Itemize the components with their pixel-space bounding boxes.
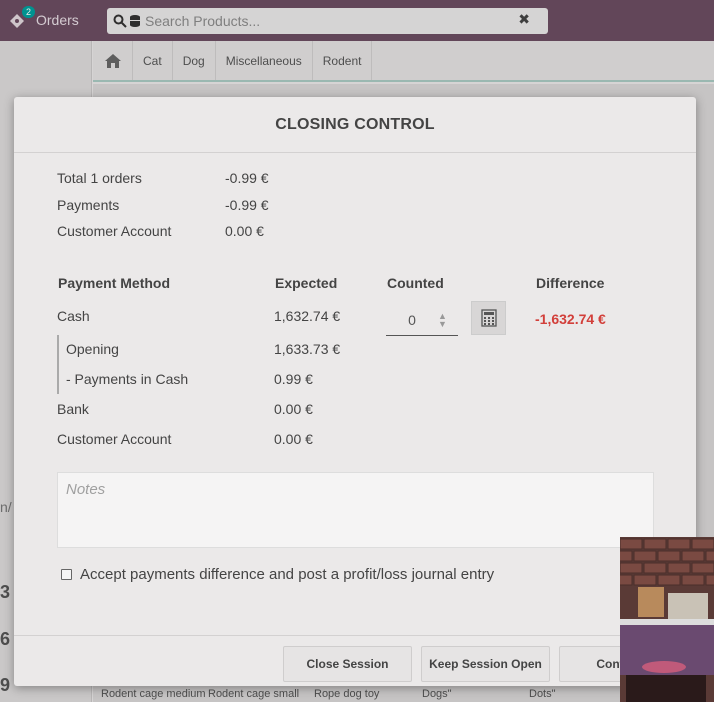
close-session-button[interactable]: Close Session (283, 646, 412, 682)
camera-feed-image (620, 537, 714, 702)
summary-label: Customer Account (57, 223, 172, 240)
accept-difference-label[interactable]: Accept payments difference and post a pr… (80, 566, 494, 583)
summary-value: -0.99 € (225, 170, 269, 187)
sub-row-indicator (57, 335, 59, 394)
calculator-icon (480, 309, 497, 327)
summary-label: Payments (57, 196, 120, 213)
bank-label: Bank (57, 401, 89, 417)
dialog-footer: Close Session Keep Session Open Continu (14, 635, 696, 686)
payments-in-cash-label: - Payments in Cash (66, 371, 189, 387)
summary-value: -0.99 € (225, 196, 269, 213)
session-summary: Total 1 orders -0.99 € Payments -0.99 € … (57, 165, 269, 245)
opening-value: 1,633.73 € (274, 341, 341, 357)
dialog-title: CLOSING CONTROL (275, 115, 435, 133)
calculator-button[interactable] (471, 301, 506, 335)
payments-in-cash-value: 0.99 € (274, 371, 313, 387)
spinner-icon[interactable]: ▲ ▼ (438, 312, 447, 329)
cash-counted-input[interactable]: 0 ▲ ▼ (386, 305, 458, 336)
keep-session-open-button[interactable]: Keep Session Open (421, 646, 550, 682)
bank-expected: 0.00 € (274, 401, 313, 417)
cash-label: Cash (57, 308, 90, 324)
customer-account-label: Customer Account (57, 431, 172, 447)
accept-difference-checkbox[interactable] (61, 569, 72, 580)
cash-counted-value: 0 (408, 312, 416, 328)
header-difference: Difference (536, 275, 605, 291)
summary-value: 0.00 € (225, 223, 264, 240)
summary-row: Payments -0.99 € (57, 192, 269, 219)
customer-account-expected: 0.00 € (274, 431, 313, 447)
closing-control-dialog: CLOSING CONTROL Total 1 orders -0.99 € P… (14, 97, 696, 686)
camera-preview (620, 537, 714, 702)
cash-expected: 1,632.74 € (274, 308, 341, 324)
header-expected: Expected (275, 275, 338, 291)
accept-difference-option[interactable]: Accept payments difference and post a pr… (61, 566, 494, 583)
notes-field[interactable] (57, 472, 654, 548)
opening-label: Opening (66, 341, 119, 357)
summary-row: Total 1 orders -0.99 € (57, 165, 269, 192)
header-counted: Counted (387, 275, 444, 291)
cash-difference: -1,632.74 € (535, 311, 606, 327)
dialog-header: CLOSING CONTROL (14, 97, 696, 153)
header-payment-method: Payment Method (58, 275, 171, 291)
summary-row: Customer Account 0.00 € (57, 218, 269, 245)
summary-label: Total 1 orders (57, 170, 142, 187)
